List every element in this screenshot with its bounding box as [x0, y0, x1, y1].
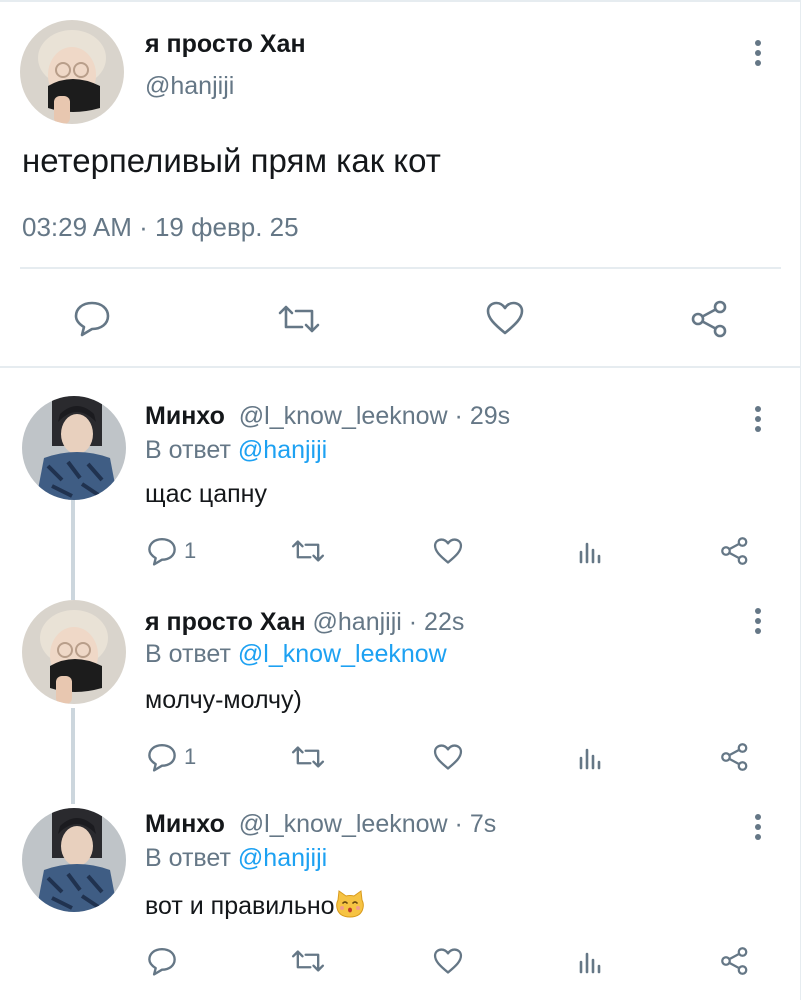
mention-link[interactable]: @hanjiji	[238, 844, 327, 872]
tweet-timestamp: 03:29 AM · 19 февр. 25	[22, 212, 299, 242]
handle[interactable]: @l_know_leeknow	[239, 402, 448, 430]
reply-prefix: В ответ	[145, 640, 231, 668]
reply-context: В ответ @l_know_leeknow	[145, 640, 447, 669]
reply-prefix: В ответ	[145, 436, 231, 464]
like-icon[interactable]	[484, 299, 526, 337]
retweet-icon[interactable]	[290, 538, 326, 564]
share-icon[interactable]	[720, 946, 750, 976]
tweet-text: нетерпеливый прям как кот	[22, 142, 441, 179]
reply-time[interactable]: 29s	[470, 402, 510, 430]
tweet-actions	[0, 285, 801, 351]
display-name[interactable]: Минхо	[145, 402, 225, 430]
reply-tweet: Минхо @l_know_leeknow · 7s В ответ @hanj…	[0, 796, 801, 1000]
display-name[interactable]: я просто Хан	[145, 608, 306, 636]
reply-actions: 1	[0, 740, 801, 780]
reply-header: Минхо @l_know_leeknow · 7s	[145, 810, 496, 839]
more-options-icon[interactable]	[748, 608, 768, 642]
share-icon[interactable]	[720, 536, 750, 566]
like-icon[interactable]	[432, 536, 464, 566]
kissing-cat-emoji	[335, 890, 365, 925]
reply-header: я просто Хан @hanjiji · 22s	[145, 608, 464, 637]
reply-text: молчу-молчу)	[145, 686, 302, 714]
display-name[interactable]: Минхо	[145, 810, 225, 838]
reply-icon[interactable]	[72, 299, 112, 337]
stats-icon[interactable]	[578, 744, 604, 770]
reply-icon[interactable]: 1	[146, 742, 196, 772]
retweet-icon[interactable]	[290, 744, 326, 770]
reply-count: 1	[184, 744, 197, 769]
reply-context: В ответ @hanjiji	[145, 844, 327, 873]
reply-tweet: Минхо @l_know_leeknow · 29s В ответ @han…	[0, 380, 801, 588]
reply-context: В ответ @hanjiji	[145, 436, 327, 465]
handle[interactable]: @hanjiji	[313, 608, 402, 636]
retweet-icon[interactable]	[290, 948, 326, 974]
avatar-leeknow[interactable]	[22, 396, 126, 500]
divider	[20, 267, 781, 269]
reply-count: 1	[184, 538, 197, 563]
more-options-icon[interactable]	[748, 40, 768, 74]
mention-link[interactable]: @l_know_leeknow	[238, 640, 447, 668]
reply-prefix: В ответ	[145, 844, 231, 872]
reply-tweet: я просто Хан @hanjiji · 22s В ответ @l_k…	[0, 588, 801, 796]
stats-icon[interactable]	[578, 538, 604, 564]
dot-separator: ·	[447, 810, 470, 838]
share-icon[interactable]	[690, 299, 730, 339]
stats-icon[interactable]	[578, 948, 604, 974]
reply-actions	[0, 944, 801, 984]
dot-separator: ·	[447, 402, 470, 430]
reply-icon[interactable]: 1	[146, 536, 196, 566]
reply-time[interactable]: 22s	[424, 608, 464, 636]
handle[interactable]: @l_know_leeknow	[239, 810, 448, 838]
reply-text-row: вот и правильно	[145, 890, 365, 925]
retweet-icon[interactable]	[276, 303, 322, 335]
reply-text: щас цапну	[145, 480, 267, 508]
mention-link[interactable]: @hanjiji	[238, 436, 327, 464]
reply-text: вот и правильно	[145, 892, 335, 920]
share-icon[interactable]	[720, 742, 750, 772]
reply-time[interactable]: 7s	[470, 810, 496, 838]
handle[interactable]: @hanjiji	[145, 72, 234, 101]
reply-icon[interactable]	[146, 946, 178, 976]
reply-actions: 1	[0, 534, 801, 574]
avatar-hanjiji[interactable]	[22, 600, 126, 704]
dot-separator: ·	[401, 608, 425, 636]
more-options-icon[interactable]	[748, 406, 768, 440]
main-tweet: я просто Хан @hanjiji нетерпеливый прям …	[0, 0, 801, 366]
more-options-icon[interactable]	[748, 814, 768, 848]
reply-header: Минхо @l_know_leeknow · 29s	[145, 402, 510, 431]
section-divider	[0, 366, 801, 368]
like-icon[interactable]	[432, 946, 464, 976]
like-icon[interactable]	[432, 742, 464, 772]
avatar-leeknow[interactable]	[22, 808, 126, 912]
avatar-hanjiji[interactable]	[20, 20, 124, 124]
display-name[interactable]: я просто Хан	[145, 30, 306, 59]
